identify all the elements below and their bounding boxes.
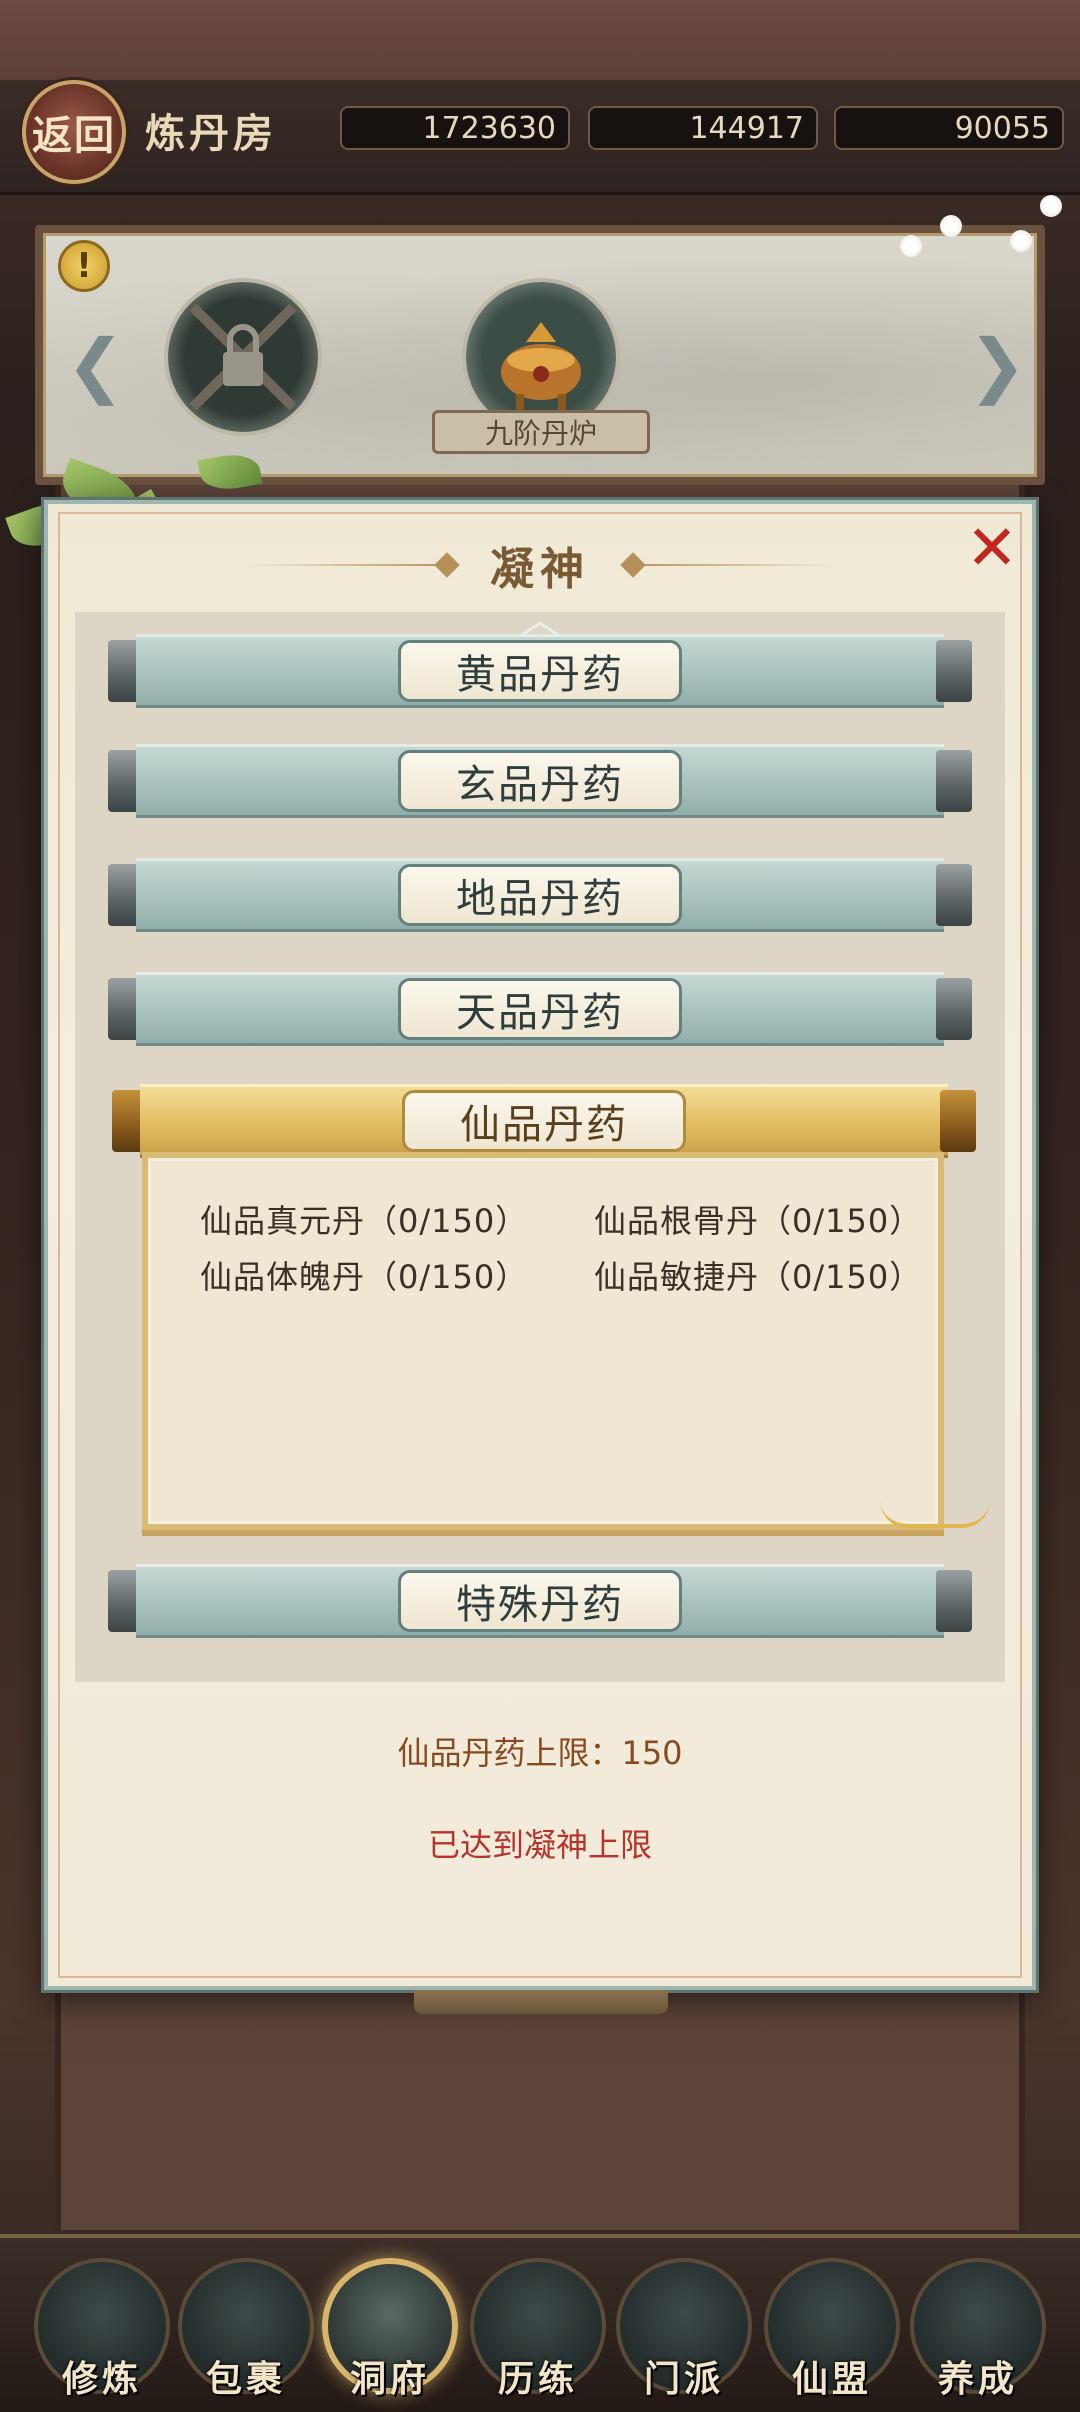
locked-furnace-slot[interactable] [168, 282, 318, 432]
title-divider-right [625, 564, 835, 566]
pill-item: 仙品真元丹（0/150） [200, 1202, 529, 1240]
nav-label: 历练 [497, 2359, 578, 2400]
category-special[interactable]: 特殊丹药 [108, 1564, 972, 1638]
nav-label: 包裹 [205, 2359, 286, 2400]
category-huang[interactable]: 黄品丹药 [108, 634, 972, 708]
lock-icon [189, 303, 297, 411]
resource-wood-value: 144917 [588, 106, 818, 150]
nav-label: 仙盟 [791, 2359, 872, 2400]
arrow-right-icon[interactable]: ❯ [968, 330, 1027, 400]
nav-label: 门派 [643, 2359, 724, 2400]
resource-ore-value: 90055 [834, 106, 1064, 150]
nav-label: 修炼 [61, 2359, 142, 2400]
close-icon[interactable]: ✕ [962, 517, 1022, 579]
category-label: 特殊丹药 [398, 1570, 682, 1632]
category-label: 玄品丹药 [398, 750, 682, 812]
nav-label: 养成 [937, 2359, 1018, 2400]
dialog-bottom-tab [414, 1990, 668, 2014]
category-label: 仙品丹药 [402, 1090, 686, 1152]
pill-item: 仙品体魄丹（0/150） [200, 1258, 529, 1296]
category-di[interactable]: 地品丹药 [108, 858, 972, 932]
category-label: 地品丹药 [398, 864, 682, 926]
furnace-label: 九阶丹炉 [432, 410, 650, 454]
category-label: 天品丹药 [398, 978, 682, 1040]
blossom-decoration [1010, 230, 1032, 252]
status-text: 已达到凝神上限 [427, 1826, 652, 1864]
arrow-left-icon[interactable]: ❮ [66, 330, 125, 400]
title-divider-left [245, 564, 455, 566]
category-xian-expanded[interactable]: 仙品丹药 [112, 1084, 976, 1158]
category-xuan[interactable]: 玄品丹药 [108, 744, 972, 818]
page-title: 炼丹房 [145, 111, 277, 157]
gold-swirl-decoration [880, 1500, 990, 1528]
pill-item: 仙品根骨丹（0/150） [594, 1202, 923, 1240]
resource-meat-value: 1723630 [340, 106, 570, 150]
nav-label: 洞府 [349, 2359, 430, 2400]
category-label: 黄品丹药 [398, 640, 682, 702]
blossom-decoration [900, 235, 922, 257]
limit-text: 仙品丹药上限：150 [397, 1734, 683, 1772]
back-button[interactable]: 返回 [22, 80, 126, 184]
blossom-decoration [1040, 195, 1062, 217]
pill-item: 仙品敏捷丹（0/150） [594, 1258, 923, 1296]
warning-icon[interactable]: ! [58, 240, 110, 292]
category-tian[interactable]: 天品丹药 [108, 972, 972, 1046]
dialog-title: 凝神 [490, 544, 590, 595]
blossom-decoration [940, 215, 962, 237]
